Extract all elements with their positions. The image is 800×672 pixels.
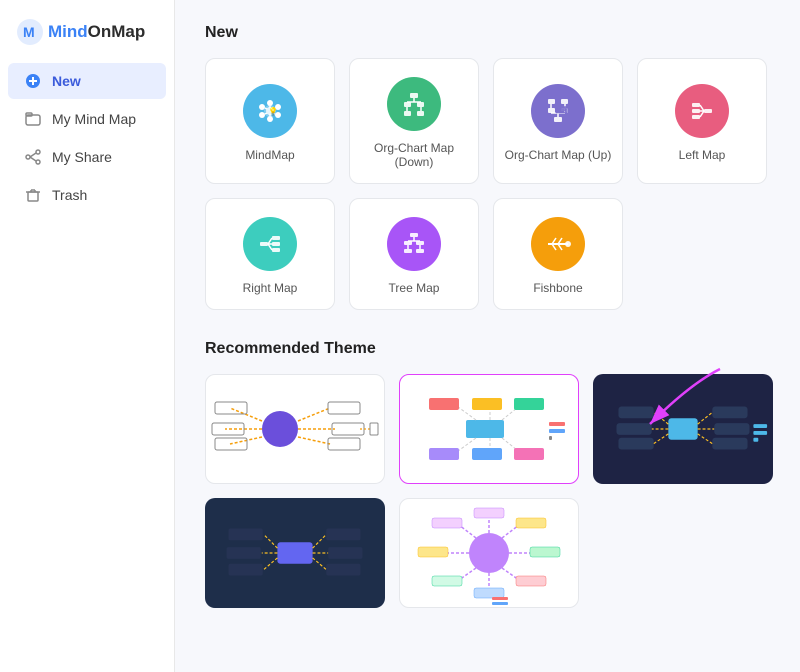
map-card-left-map[interactable]: Left Map (637, 58, 767, 184)
sidebar-item-trash[interactable]: Trash (8, 177, 166, 213)
svg-text:M: M (23, 24, 35, 40)
org-down-icon (387, 77, 441, 131)
fishbone-label: Fishbone (533, 281, 582, 295)
right-map-icon (243, 217, 297, 271)
recommended-title: Recommended Theme (205, 340, 770, 358)
theme-card-radial[interactable] (399, 498, 579, 608)
sidebar-mymindmap-label: My Mind Map (52, 111, 136, 127)
theme-card-dark[interactable] (593, 374, 773, 484)
sidebar-item-new[interactable]: New (8, 63, 166, 99)
svg-text:💡: 💡 (268, 106, 278, 116)
map-card-tree-map[interactable]: Tree Map (349, 198, 479, 310)
theme-grid (205, 374, 770, 608)
logo-text: MindOnMap (48, 22, 145, 42)
svg-text:⌨: ⌨ (555, 105, 568, 115)
org-up-icon: ⌨ (531, 84, 585, 138)
map-card-org-up[interactable]: ⌨ Org-Chart Map (Up) (493, 58, 623, 184)
theme-section (205, 374, 770, 608)
trash-icon (24, 186, 42, 204)
tree-map-label: Tree Map (389, 281, 440, 295)
tree-map-icon (387, 217, 441, 271)
mindmap-folder-icon (24, 110, 42, 128)
theme-card-colorful[interactable] (399, 374, 579, 484)
right-map-label: Right Map (243, 281, 298, 295)
map-card-right-map[interactable]: Right Map (205, 198, 335, 310)
sidebar-trash-label: Trash (52, 187, 87, 203)
org-up-label: Org-Chart Map (Up) (505, 148, 612, 162)
left-map-label: Left Map (679, 148, 726, 162)
share-icon (24, 148, 42, 166)
mindmap-label: MindMap (245, 148, 294, 162)
plus-icon (24, 72, 42, 90)
logo: M MindOnMap (0, 12, 174, 62)
map-card-fishbone[interactable]: Fishbone (493, 198, 623, 310)
sidebar-new-label: New (52, 73, 81, 89)
fishbone-icon (531, 217, 585, 271)
mindmap-icon: 💡 (243, 84, 297, 138)
map-cards-grid: 💡 MindMap Org-Chart Map (Down) (205, 58, 770, 310)
sidebar-item-my-share[interactable]: My Share (8, 139, 166, 175)
new-section-title: New (205, 24, 770, 42)
main-content: New 💡 MindMap (175, 0, 800, 672)
sidebar-myshare-label: My Share (52, 149, 112, 165)
org-down-label: Org-Chart Map (Down) (360, 141, 468, 169)
map-card-org-down[interactable]: Org-Chart Map (Down) (349, 58, 479, 184)
sidebar-item-my-mind-map[interactable]: My Mind Map (8, 101, 166, 137)
map-card-mindmap[interactable]: 💡 MindMap (205, 58, 335, 184)
logo-icon: M (16, 18, 44, 46)
sidebar: M MindOnMap New My Mind Map My Share Tra… (0, 0, 175, 672)
theme-card-light[interactable] (205, 374, 385, 484)
left-map-icon (675, 84, 729, 138)
theme-card-dark2[interactable] (205, 498, 385, 608)
